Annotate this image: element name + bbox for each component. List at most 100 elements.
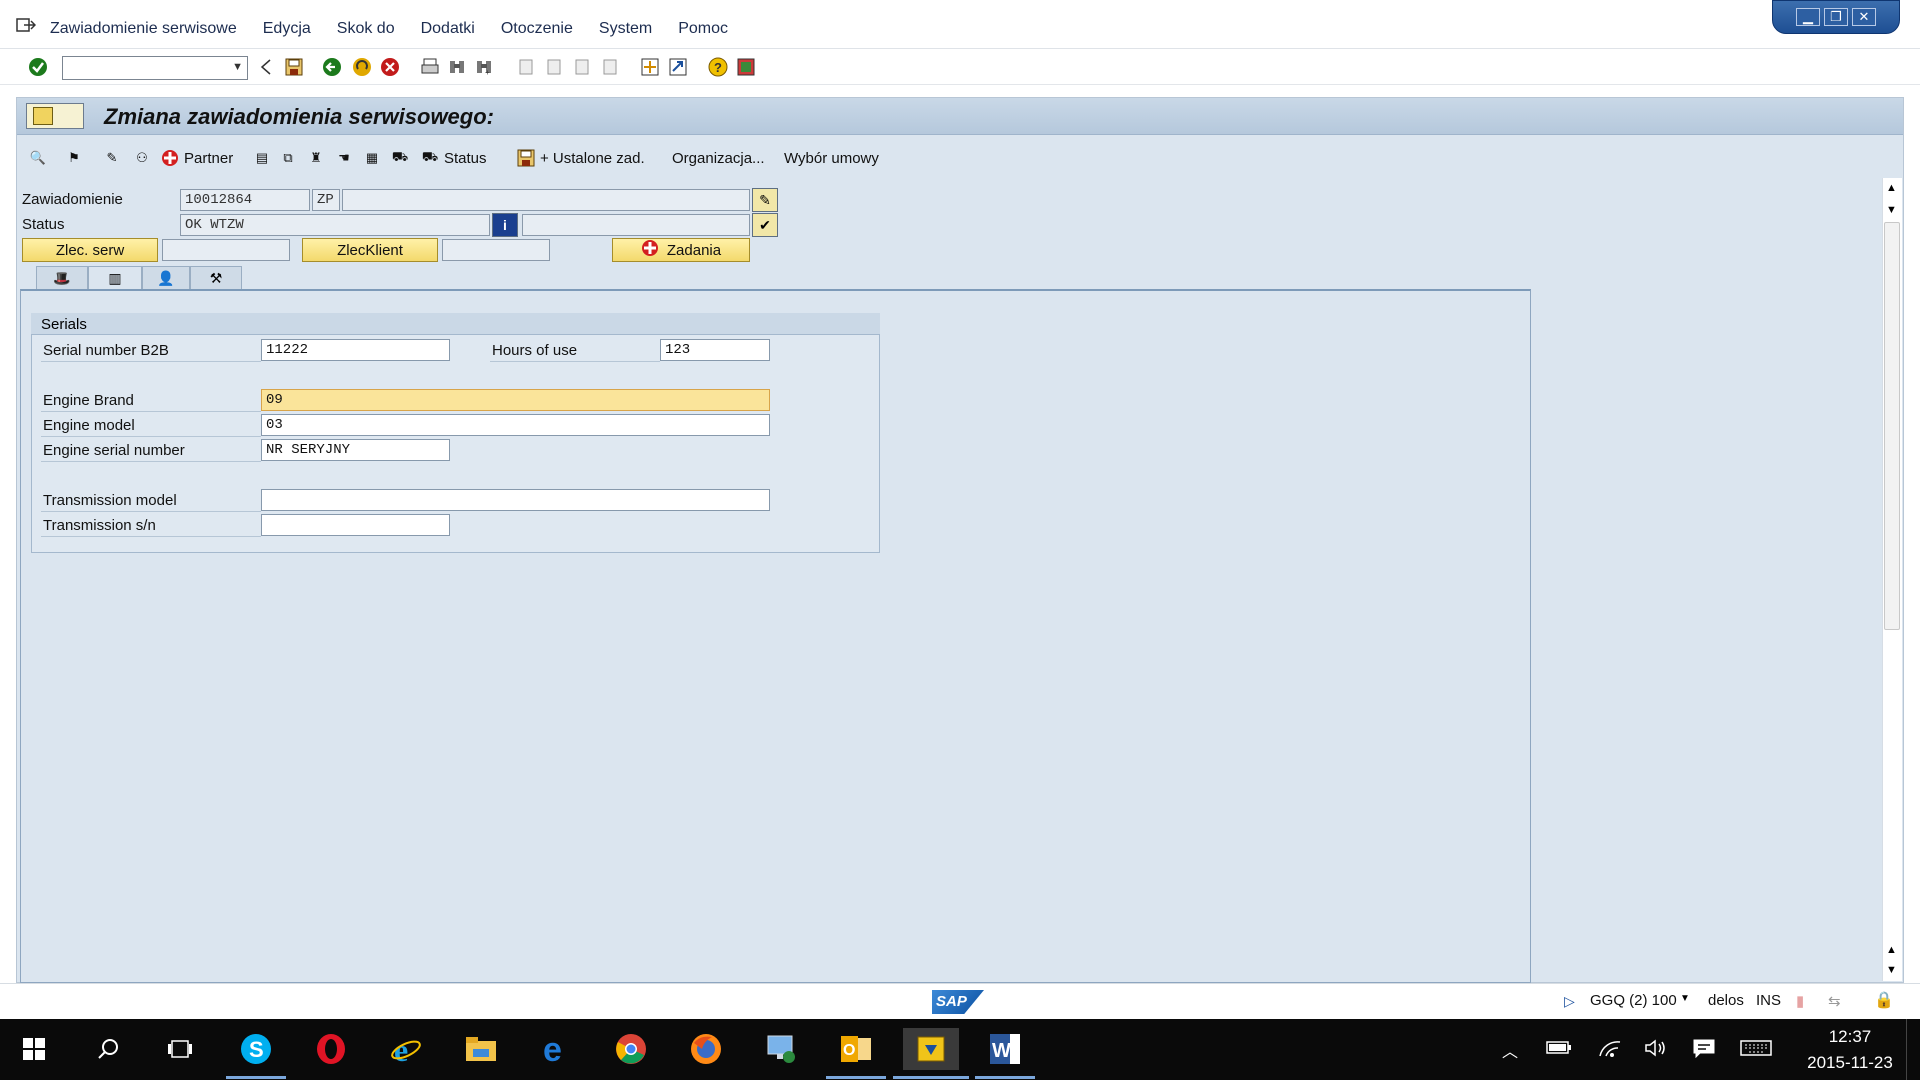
doc-button-4[interactable]: ☚ — [334, 147, 354, 169]
ustalone-zad-button[interactable]: + Ustalone zad. — [516, 147, 645, 169]
prev-page-icon[interactable] — [544, 57, 564, 77]
find-next-icon[interactable]: + — [474, 57, 494, 77]
layout-menu-icon[interactable] — [736, 57, 756, 77]
serial-b2b-field[interactable]: 11222 — [261, 339, 450, 361]
zlec-klient-button[interactable]: ZlecKlient — [302, 238, 438, 262]
zawiadomienie-description-field[interactable] — [342, 189, 750, 211]
action-center-icon[interactable] — [1692, 1038, 1716, 1063]
outlook-icon[interactable]: O — [826, 1028, 886, 1079]
zlec-serw-field[interactable] — [162, 239, 290, 261]
menu-item-zawiadomienie[interactable]: Zawiadomienie serwisowe — [50, 20, 237, 38]
find-objects-button[interactable]: ⚇ — [132, 147, 152, 169]
next-page-icon[interactable] — [572, 57, 592, 77]
firefox-icon[interactable] — [686, 1028, 726, 1070]
status-button[interactable]: ⛟ Status — [420, 147, 487, 169]
back-icon[interactable] — [322, 57, 342, 77]
print-icon[interactable] — [420, 57, 440, 77]
new-session-icon[interactable] — [640, 57, 660, 77]
collapse-left-icon[interactable] — [256, 57, 276, 77]
edit-long-text-icon[interactable]: ✎ — [752, 188, 778, 212]
menu-item-skok-do[interactable]: Skok do — [337, 20, 395, 38]
sap-logon-icon[interactable] — [893, 1028, 969, 1079]
tools-button[interactable]: ✎ — [102, 147, 122, 169]
show-desktop-button[interactable] — [1906, 1019, 1920, 1080]
menu-item-dodatki[interactable]: Dodatki — [421, 20, 475, 38]
scroll-thumb[interactable] — [1884, 222, 1900, 630]
find-icon[interactable] — [447, 57, 467, 77]
volume-icon[interactable] — [1644, 1038, 1668, 1063]
tab-2[interactable]: ▥ — [88, 266, 142, 290]
doc-button-2[interactable]: ⧉ — [278, 147, 298, 169]
engine-model-field[interactable]: 03 — [261, 414, 770, 436]
command-field[interactable]: ▼ — [62, 56, 248, 80]
clock[interactable]: 12:37 2015-11-23 — [1800, 1024, 1900, 1076]
tab-3[interactable]: 👤 — [142, 266, 190, 290]
chevron-down-icon[interactable]: ▼ — [232, 61, 243, 73]
first-page-icon[interactable] — [516, 57, 536, 77]
wifi-icon[interactable] — [1598, 1038, 1622, 1063]
organizacja-button[interactable]: Organizacja... — [672, 147, 765, 169]
hours-of-use-field[interactable]: 123 — [660, 339, 770, 361]
menu-item-edycja[interactable]: Edycja — [263, 20, 311, 38]
word-icon[interactable]: W — [975, 1028, 1035, 1079]
file-explorer-icon[interactable] — [461, 1028, 501, 1070]
chrome-icon[interactable] — [611, 1028, 651, 1070]
transmission-model-field[interactable] — [261, 489, 770, 511]
touch-keyboard-icon[interactable] — [1740, 1038, 1772, 1063]
display-object-button[interactable]: 🔍 — [28, 147, 48, 169]
insert-mode[interactable]: INS — [1756, 992, 1781, 1009]
scroll-down-icon[interactable]: ▲ — [1886, 944, 1897, 956]
remote-desktop-icon[interactable] — [761, 1028, 801, 1070]
close-icon[interactable]: ✕ — [1852, 8, 1876, 26]
doc-button-3[interactable]: ♜ — [306, 147, 326, 169]
task-view-icon[interactable] — [160, 1028, 200, 1070]
menu-item-system[interactable]: System — [599, 20, 652, 38]
truck-button[interactable]: ⛟ — [390, 147, 410, 169]
check-status-icon[interactable]: ✔ — [752, 213, 778, 237]
transaction-icon[interactable] — [26, 103, 84, 129]
restore-icon[interactable]: ❐ — [1824, 8, 1848, 26]
system-info[interactable]: GGQ (2) 100 — [1590, 992, 1677, 1009]
skype-icon[interactable]: S — [226, 1028, 286, 1079]
tab-1[interactable]: 🎩 — [36, 266, 88, 290]
doc-button-1[interactable]: ▤ — [252, 147, 272, 169]
secure-connection-icon[interactable]: 🔒 — [1874, 990, 1894, 1010]
help-icon[interactable]: ? — [708, 57, 728, 77]
shortcut-icon[interactable] — [668, 57, 688, 77]
status-expand-icon[interactable]: ▷ — [1564, 993, 1575, 1010]
zlec-serw-button[interactable]: Zlec. serw — [22, 238, 158, 262]
opera-icon[interactable] — [311, 1028, 351, 1070]
enter-check-icon[interactable] — [28, 57, 48, 77]
minimize-icon[interactable]: ▁ — [1796, 8, 1820, 26]
wybor-umowy-button[interactable]: Wybór umowy — [784, 147, 879, 169]
zadania-button[interactable]: Zadania — [612, 238, 750, 262]
battery-icon[interactable] — [1546, 1038, 1572, 1061]
scroll-top-icon[interactable]: ▲ — [1886, 182, 1897, 194]
system-dropdown-icon[interactable]: ▼ — [1680, 993, 1690, 1004]
scroll-up-icon[interactable]: ▼ — [1886, 204, 1897, 216]
search-icon[interactable] — [88, 1028, 128, 1070]
tab-4[interactable]: ⚒ — [190, 266, 242, 290]
scroll-bottom-icon[interactable]: ▼ — [1886, 964, 1897, 976]
zlec-klient-field[interactable] — [442, 239, 550, 261]
doc-button-5[interactable]: ▦ — [362, 147, 382, 169]
start-windows-icon[interactable] — [14, 1028, 54, 1070]
exit-icon[interactable] — [352, 57, 372, 77]
internet-explorer-icon[interactable]: e — [386, 1028, 426, 1070]
edge-icon[interactable]: e — [536, 1028, 576, 1070]
transmission-sn-field[interactable] — [261, 514, 450, 536]
info-icon[interactable]: i — [492, 213, 518, 237]
engine-brand-field[interactable]: 09 — [261, 389, 770, 411]
status-extra-field[interactable] — [522, 214, 750, 236]
status-value-field[interactable]: OK WTZW — [180, 214, 490, 236]
zawiadomienie-number-field[interactable]: 10012864 — [180, 189, 310, 211]
engine-serial-field[interactable]: NR SERYJNY — [261, 439, 450, 461]
last-page-icon[interactable] — [600, 57, 620, 77]
tray-chevron-up-icon[interactable]: ︿ — [1502, 1038, 1518, 1062]
flags-button[interactable]: ⚑ — [64, 147, 84, 169]
save-icon[interactable] — [284, 57, 304, 77]
partner-button[interactable]: Partner — [160, 147, 233, 169]
menu-exit-icon[interactable] — [16, 16, 37, 34]
cancel-icon[interactable] — [380, 57, 400, 77]
menu-item-otoczenie[interactable]: Otoczenie — [501, 20, 573, 38]
